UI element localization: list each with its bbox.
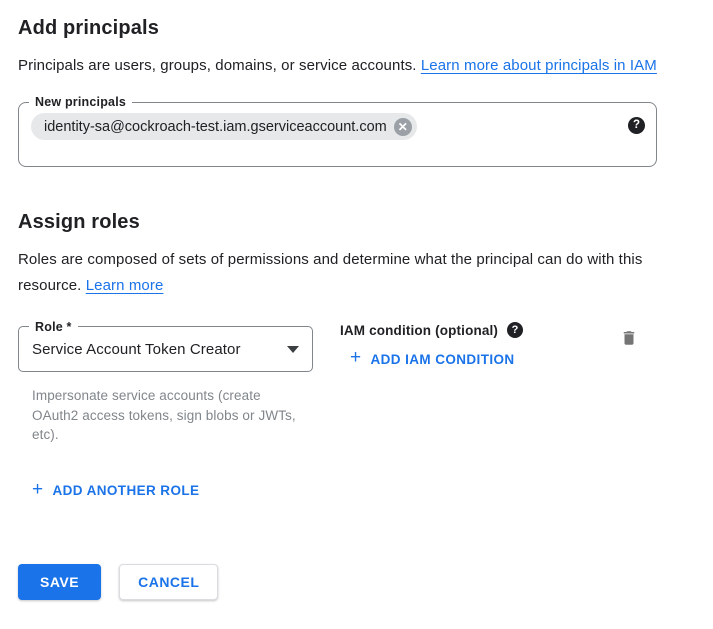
iam-condition-help-icon[interactable]: ? [507, 322, 523, 338]
assign-roles-title: Assign roles [18, 209, 695, 235]
iam-condition-column: IAM condition (optional) ? + ADD IAM CON… [340, 326, 618, 373]
plus-icon: + [350, 350, 362, 366]
principal-chip: identity-sa@cockroach-test.iam.gservicea… [31, 113, 417, 140]
principals-intro-text: Principals are users, groups, domains, o… [18, 53, 670, 79]
add-iam-condition-button[interactable]: + ADD IAM CONDITION [342, 345, 523, 373]
chip-remove-icon[interactable]: ✕ [394, 118, 412, 136]
role-selected-value: Service Account Token Creator [32, 341, 241, 358]
learn-more-principals-link[interactable]: Learn more about principals in IAM [421, 57, 657, 74]
cancel-button[interactable]: CANCEL [119, 564, 218, 600]
delete-role-button[interactable] [618, 326, 640, 353]
add-another-role-button[interactable]: + ADD ANOTHER ROLE [24, 477, 207, 505]
role-assignment-row: Role * Service Account Token Creator Imp… [18, 326, 695, 445]
iam-condition-label: IAM condition (optional) [340, 323, 498, 338]
new-principals-field[interactable]: New principals identity-sa@cockroach-tes… [18, 102, 657, 167]
role-select[interactable]: Role * Service Account Token Creator [18, 326, 313, 372]
new-principals-help-icon[interactable]: ? [628, 117, 645, 134]
save-button[interactable]: SAVE [18, 564, 101, 600]
page-title: Add principals [18, 15, 695, 41]
add-another-role-label: ADD ANOTHER ROLE [53, 483, 200, 498]
add-iam-condition-label: ADD IAM CONDITION [371, 352, 515, 367]
assign-roles-description: Roles are composed of sets of permission… [18, 247, 670, 299]
role-column: Role * Service Account Token Creator Imp… [18, 326, 340, 445]
learn-more-roles-link[interactable]: Learn more [86, 277, 164, 294]
principal-chip-label: identity-sa@cockroach-test.iam.gservicea… [44, 119, 387, 135]
principals-intro-body: Principals are users, groups, domains, o… [18, 57, 421, 74]
new-principals-label: New principals [29, 94, 132, 110]
trash-icon [620, 328, 638, 348]
chevron-down-icon [287, 346, 299, 353]
role-description: Impersonate service accounts (create OAu… [32, 386, 300, 445]
add-principals-panel: Add principals Principals are users, gro… [0, 0, 713, 600]
plus-icon: + [32, 482, 44, 498]
iam-condition-label-row: IAM condition (optional) ? [340, 322, 618, 338]
role-select-label: Role * [29, 319, 78, 335]
dialog-actions: SAVE CANCEL [18, 564, 695, 600]
